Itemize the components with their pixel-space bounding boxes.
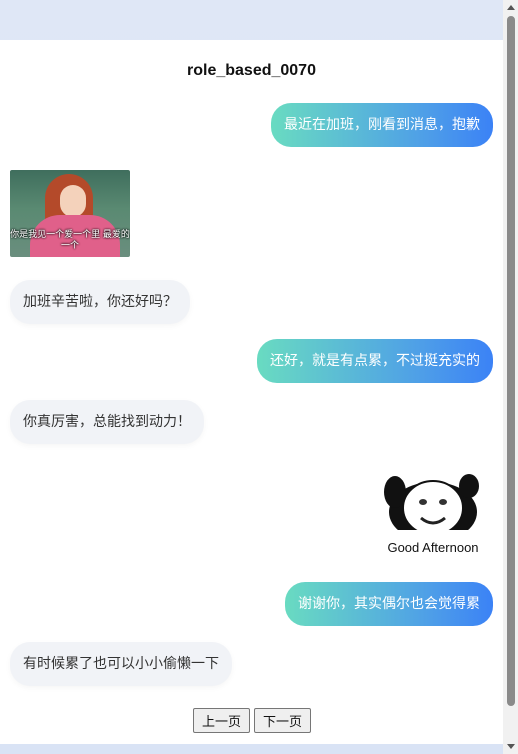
scroll-down-icon[interactable] <box>507 744 515 749</box>
message-bubble-received: 你真厉害，总能找到动力！ <box>10 400 204 444</box>
message-bubble-sent: 谢谢你，其实偶尔也会觉得累 <box>285 582 493 626</box>
scrollbar-thumb[interactable] <box>507 16 515 706</box>
scrollbar[interactable] <box>503 0 518 754</box>
prev-page-button[interactable]: 上一页 <box>193 708 251 733</box>
anime-woman-sticker: 你是我见一个爱一个里 最爱的一个 <box>10 170 130 257</box>
message-bubble-sent: 最近在加班，刚看到消息，抱歉 <box>271 103 493 147</box>
scroll-up-icon[interactable] <box>507 5 515 10</box>
message-bubble-sent: 还好，就是有点累，不过挺充实的 <box>257 339 493 383</box>
chat-page: role_based_0070 最近在加班，刚看到消息，抱歉 你是我见一个爱一个… <box>0 40 503 744</box>
sticker-caption: 你是我见一个爱一个里 最爱的一个 <box>10 230 130 251</box>
panda-icon <box>384 474 481 542</box>
page-title: role_based_0070 <box>187 62 316 79</box>
sticker-caption: Good Afternoon <box>387 540 479 555</box>
next-page-button[interactable]: 下一页 <box>254 708 312 733</box>
message-bubble-received: 加班辛苦啦，你还好吗？ <box>10 280 190 324</box>
panda-meme-sticker: Good Afternoon <box>377 472 489 560</box>
message-bubble-received: 有时候累了也可以小小偷懒一下 <box>10 642 232 686</box>
